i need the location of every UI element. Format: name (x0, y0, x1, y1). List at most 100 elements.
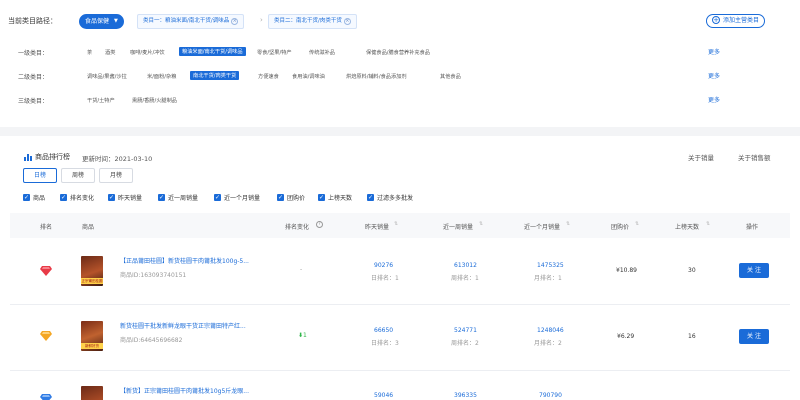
week-sales: 524771 (454, 327, 477, 334)
yesterday-sales: 59046 (374, 392, 394, 399)
days-listed: 16 (688, 333, 696, 340)
level2-more-link[interactable]: 更多 (708, 71, 720, 80)
rank-change: ⬇1 (298, 332, 307, 339)
tab-day[interactable]: 日榜 (23, 168, 57, 183)
checkbox-checked-icon: ✓ (214, 194, 221, 201)
level1-more-link[interactable]: 更多 (708, 47, 720, 56)
thumbnail-caption: 新鲜好货 (81, 343, 103, 349)
sort-icon[interactable]: ⇅ (566, 221, 570, 227)
chevron-right-icon: › (260, 16, 263, 24)
selected-category-label: 食品保健 (85, 18, 110, 25)
level1-option[interactable]: 茶 (87, 49, 92, 56)
product-thumbnail[interactable] (81, 386, 103, 400)
add-category-button[interactable]: + 添加主营类目 (706, 14, 766, 28)
filter-label: 近一个月销量 (224, 195, 261, 202)
yesterday-rank: 日排名：3 (371, 340, 399, 347)
thumbnail-caption: 正宗莆田桂圆 (81, 278, 103, 284)
rank-2-gem-icon (40, 331, 52, 341)
level1-option[interactable]: 保健食品/膳食营养补充食品 (366, 49, 430, 56)
ranking-title: 商品排行榜 (35, 153, 70, 161)
sort-icon[interactable]: ⇅ (479, 221, 483, 227)
level3-label: 三级类目： (18, 98, 49, 105)
plus-icon: + (712, 16, 720, 24)
week-rank: 周排名：2 (451, 340, 479, 347)
follow-button[interactable]: 关 注 (739, 263, 769, 278)
col-month-sales[interactable]: 近一个月销量 (524, 222, 560, 231)
level2-option[interactable]: 调味品/果酱/沙拉 (87, 73, 127, 80)
level3-option[interactable]: 干货/土特产 (87, 97, 115, 104)
month-sales: 1475325 (537, 262, 564, 269)
filter-label: 排名变化 (70, 195, 95, 202)
product-thumbnail[interactable]: 正宗莆田桂圆 (81, 256, 103, 286)
rank-3-gem-icon (40, 394, 52, 400)
row-divider (10, 304, 790, 305)
rank-1-gem-icon (40, 266, 52, 276)
level2-option[interactable]: 其他食品 (440, 73, 461, 80)
product-title-link[interactable]: 【正品莆田桂圆】新货桂圆干肉莆批发100g-5... (120, 256, 249, 265)
filter-week-sales[interactable]: ✓ 近一周销量 (158, 193, 198, 202)
product-thumbnail[interactable]: 新鲜好货 (81, 321, 103, 351)
week-rank: 周排名：1 (451, 275, 479, 282)
checkbox-checked-icon: ✓ (318, 194, 325, 201)
checkbox-checked-icon: ✓ (60, 194, 67, 201)
category-tag-1[interactable]: 类目一：粮油米面/南北干货/调味品 × (137, 14, 245, 29)
table-header (10, 213, 790, 238)
col-rank-change: 排名变化 (285, 224, 310, 231)
product-id: 商品ID:163093740151 (120, 272, 187, 279)
level1-option[interactable]: 零食/坚果/特产 (257, 49, 292, 56)
chevron-down-icon: ▼ (114, 18, 118, 24)
selected-category-pill[interactable]: 食品保健 ▼ (79, 14, 124, 29)
level1-label: 一级类目： (18, 50, 49, 57)
checkbox-checked-icon: ✓ (158, 194, 165, 201)
about-amount-link[interactable]: 关于销售额 (738, 152, 771, 162)
level2-option-active[interactable]: 南北干货/肉类干货 (190, 71, 240, 80)
rank-change: - (300, 266, 303, 273)
level2-option[interactable]: 烘焙原料/辅料/食品添加剂 (346, 73, 407, 80)
rank-change-value: 1 (303, 332, 307, 339)
path-label: 当前类目路径： (8, 17, 57, 25)
level1-option-active[interactable]: 粮油米面/南北干货/调味品 (179, 47, 246, 56)
col-yesterday-sales[interactable]: 昨天销量 (365, 222, 389, 231)
level3-more-link[interactable]: 更多 (708, 95, 720, 104)
col-week-sales[interactable]: 近一周销量 (443, 222, 473, 231)
filter-group-price[interactable]: ✓ 团购价 (277, 193, 305, 202)
info-icon[interactable]: ? (316, 221, 323, 228)
close-icon[interactable]: × (231, 18, 239, 25)
days-listed: 30 (688, 267, 696, 274)
sort-icon[interactable]: ⇅ (394, 221, 398, 227)
sort-icon[interactable]: ⇅ (635, 221, 639, 227)
sort-icon[interactable]: ⇅ (706, 221, 710, 227)
product-title-link[interactable]: 新货桂圆干批发新鲜龙眼干货正宗莆田特产红... (120, 321, 246, 330)
col-product: 商品 (82, 224, 95, 231)
filter-month-sales[interactable]: ✓ 近一个月销量 (214, 193, 260, 202)
filter-label: 近一周销量 (168, 195, 199, 202)
tab-month[interactable]: 月榜 (99, 168, 133, 183)
follow-button[interactable]: 关 注 (739, 329, 769, 344)
category-tag-2-label: 类目二：南北干货/肉类干货 (274, 18, 342, 24)
filter-yesterday-sales[interactable]: ✓ 昨天销量 (108, 193, 142, 202)
product-id: 商品ID:64645696682 (120, 337, 183, 344)
about-sales-link[interactable]: 关于销量 (688, 152, 714, 162)
level1-option[interactable]: 酒类 (105, 49, 115, 56)
col-price[interactable]: 团购价 (611, 222, 629, 231)
product-title-link[interactable]: 【新货】正宗莆田桂圆干肉莆批发10g5斤龙眼... (120, 386, 249, 395)
col-days[interactable]: 上榜天数 (675, 222, 699, 231)
filter-product[interactable]: ✓ 商品 (23, 193, 45, 202)
level2-option[interactable]: 米/面粉/杂粮 (147, 73, 176, 80)
filter-wholesale[interactable]: ✓ 过滤多多批发 (367, 193, 413, 202)
level2-label: 二级类目： (18, 74, 49, 81)
category-tag-2[interactable]: 类目二：南北干货/肉类干货 × (268, 14, 357, 29)
tab-week[interactable]: 周榜 (61, 168, 95, 183)
filter-days-listed[interactable]: ✓ 上榜天数 (318, 193, 352, 202)
checkbox-checked-icon: ✓ (367, 194, 374, 201)
filter-label: 昨天销量 (118, 195, 143, 202)
update-time: 更新时间：2021-03-10 (82, 155, 153, 163)
level2-option[interactable]: 食用油/调味油 (292, 73, 325, 80)
level1-option[interactable]: 咖啡/麦片/冲饮 (130, 49, 165, 56)
level3-option[interactable]: 熏肠/香肠/火腿制品 (132, 97, 177, 104)
close-icon[interactable]: × (343, 18, 351, 25)
level2-option[interactable]: 方便速食 (258, 73, 279, 80)
level1-option[interactable]: 传统滋补品 (309, 49, 335, 56)
ranking-icon (24, 153, 32, 163)
filter-rank-change[interactable]: ✓ 排名变化 (60, 193, 94, 202)
